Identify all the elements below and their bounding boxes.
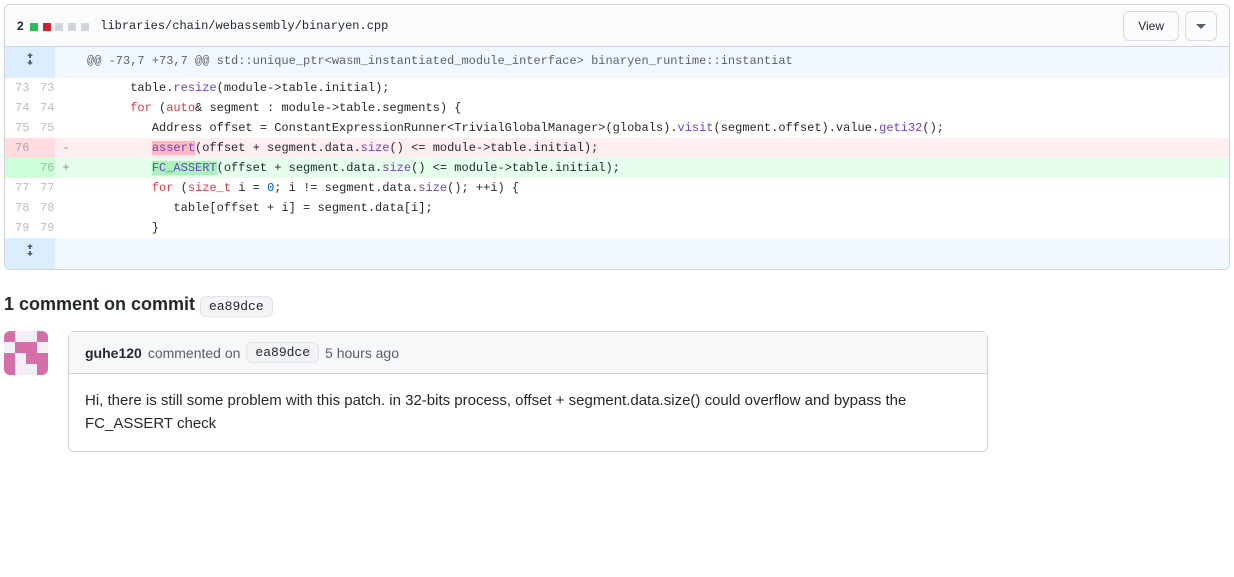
diff-mark bbox=[55, 78, 77, 98]
new-line-number[interactable]: 79 bbox=[30, 218, 55, 238]
diffstat-neutral-block bbox=[81, 23, 89, 31]
diff-line: 7777 for (size_t i = 0; i != segment.dat… bbox=[5, 178, 1229, 198]
unfold-icon bbox=[22, 51, 38, 74]
new-line-number[interactable]: 75 bbox=[30, 118, 55, 138]
code-content: for (auto& segment : module->table.segme… bbox=[77, 98, 1229, 118]
old-line-number[interactable]: 73 bbox=[5, 78, 30, 98]
new-line-number[interactable] bbox=[30, 138, 55, 158]
code-content: } bbox=[77, 218, 1229, 238]
diff-mark bbox=[55, 118, 77, 138]
diff-mark bbox=[55, 98, 77, 118]
diffstat-add-block bbox=[30, 23, 38, 31]
diff-mark bbox=[55, 178, 77, 198]
expand-hunk-button[interactable] bbox=[5, 238, 55, 269]
chevron-down-icon bbox=[1196, 24, 1206, 30]
new-line-number[interactable]: 77 bbox=[30, 178, 55, 198]
new-line-number[interactable]: 76 bbox=[30, 158, 55, 178]
view-button[interactable]: View bbox=[1123, 11, 1179, 41]
diff-line: 76 - assert(offset + segment.data.size() … bbox=[5, 138, 1229, 158]
comment-author[interactable]: guhe120 bbox=[85, 345, 142, 361]
comments-heading: 1 comment on commit ea89dce bbox=[4, 294, 1230, 315]
comments-heading-text: 1 comment on commit bbox=[4, 294, 195, 314]
diff-mark bbox=[55, 198, 77, 218]
diffstat-neutral-block bbox=[68, 23, 76, 31]
diffstat[interactable] bbox=[30, 18, 91, 34]
avatar[interactable] bbox=[4, 331, 48, 375]
diff-line: 76+ FC_ASSERT(offset + segment.data.size… bbox=[5, 158, 1229, 178]
diff-table: @@ -73,7 +73,7 @@ std::unique_ptr<wasm_i… bbox=[5, 47, 1229, 269]
code-content: FC_ASSERT(offset + segment.data.size() <… bbox=[77, 158, 1229, 178]
diff-mark: - bbox=[55, 138, 77, 158]
old-line-number[interactable]: 76 bbox=[5, 138, 30, 158]
commit-sha-chip[interactable]: ea89dce bbox=[200, 296, 273, 317]
comment-time[interactable]: 5 hours ago bbox=[325, 345, 399, 361]
comment-sha[interactable]: ea89dce bbox=[246, 342, 319, 363]
diff-mark: + bbox=[55, 158, 77, 178]
code-content: table[offset + i] = segment.data[i]; bbox=[77, 198, 1229, 218]
code-content: Address offset = ConstantExpressionRunne… bbox=[77, 118, 1229, 138]
diff-line: 7878 table[offset + i] = segment.data[i]… bbox=[5, 198, 1229, 218]
diffstat-neutral-block bbox=[55, 23, 63, 31]
diff-header: 2 libraries/chain/webassembly/binaryen.c… bbox=[5, 5, 1229, 47]
comment-box: guhe120 commented on ea89dce 5 hours ago… bbox=[68, 331, 988, 452]
new-line-number[interactable]: 78 bbox=[30, 198, 55, 218]
diff-options-button[interactable] bbox=[1185, 11, 1217, 41]
diff-change-count: 2 bbox=[17, 19, 24, 33]
diff-line: 7373 table.resize(module->table.initial)… bbox=[5, 78, 1229, 98]
code-content: assert(offset + segment.data.size() <= m… bbox=[77, 138, 1229, 158]
old-line-number[interactable] bbox=[5, 158, 30, 178]
old-line-number[interactable]: 74 bbox=[5, 98, 30, 118]
new-line-number[interactable]: 74 bbox=[30, 98, 55, 118]
file-path[interactable]: libraries/chain/webassembly/binaryen.cpp bbox=[100, 19, 388, 33]
diff-line: 7979 } bbox=[5, 218, 1229, 238]
diff-line: 7575 Address offset = ConstantExpression… bbox=[5, 118, 1229, 138]
code-content: for (size_t i = 0; i != segment.data.siz… bbox=[77, 178, 1229, 198]
hunk-mark bbox=[55, 47, 77, 78]
expand-hunk-button[interactable] bbox=[5, 47, 55, 78]
unfold-icon bbox=[22, 242, 38, 265]
comment-body: Hi, there is still some problem with thi… bbox=[69, 374, 987, 451]
comment: guhe120 commented on ea89dce 5 hours ago… bbox=[4, 331, 1230, 452]
old-line-number[interactable]: 77 bbox=[5, 178, 30, 198]
diff-line: 7474 for (auto& segment : module->table.… bbox=[5, 98, 1229, 118]
diff-mark bbox=[55, 218, 77, 238]
hunk-header: @@ -73,7 +73,7 @@ std::unique_ptr<wasm_i… bbox=[77, 47, 1229, 78]
diffstat-del-block bbox=[43, 23, 51, 31]
comment-action: commented on bbox=[148, 345, 241, 361]
old-line-number[interactable]: 78 bbox=[5, 198, 30, 218]
diff-file: 2 libraries/chain/webassembly/binaryen.c… bbox=[4, 4, 1230, 270]
comment-header: guhe120 commented on ea89dce 5 hours ago bbox=[69, 332, 987, 374]
code-content: table.resize(module->table.initial); bbox=[77, 78, 1229, 98]
old-line-number[interactable]: 79 bbox=[5, 218, 30, 238]
new-line-number[interactable]: 73 bbox=[30, 78, 55, 98]
old-line-number[interactable]: 75 bbox=[5, 118, 30, 138]
